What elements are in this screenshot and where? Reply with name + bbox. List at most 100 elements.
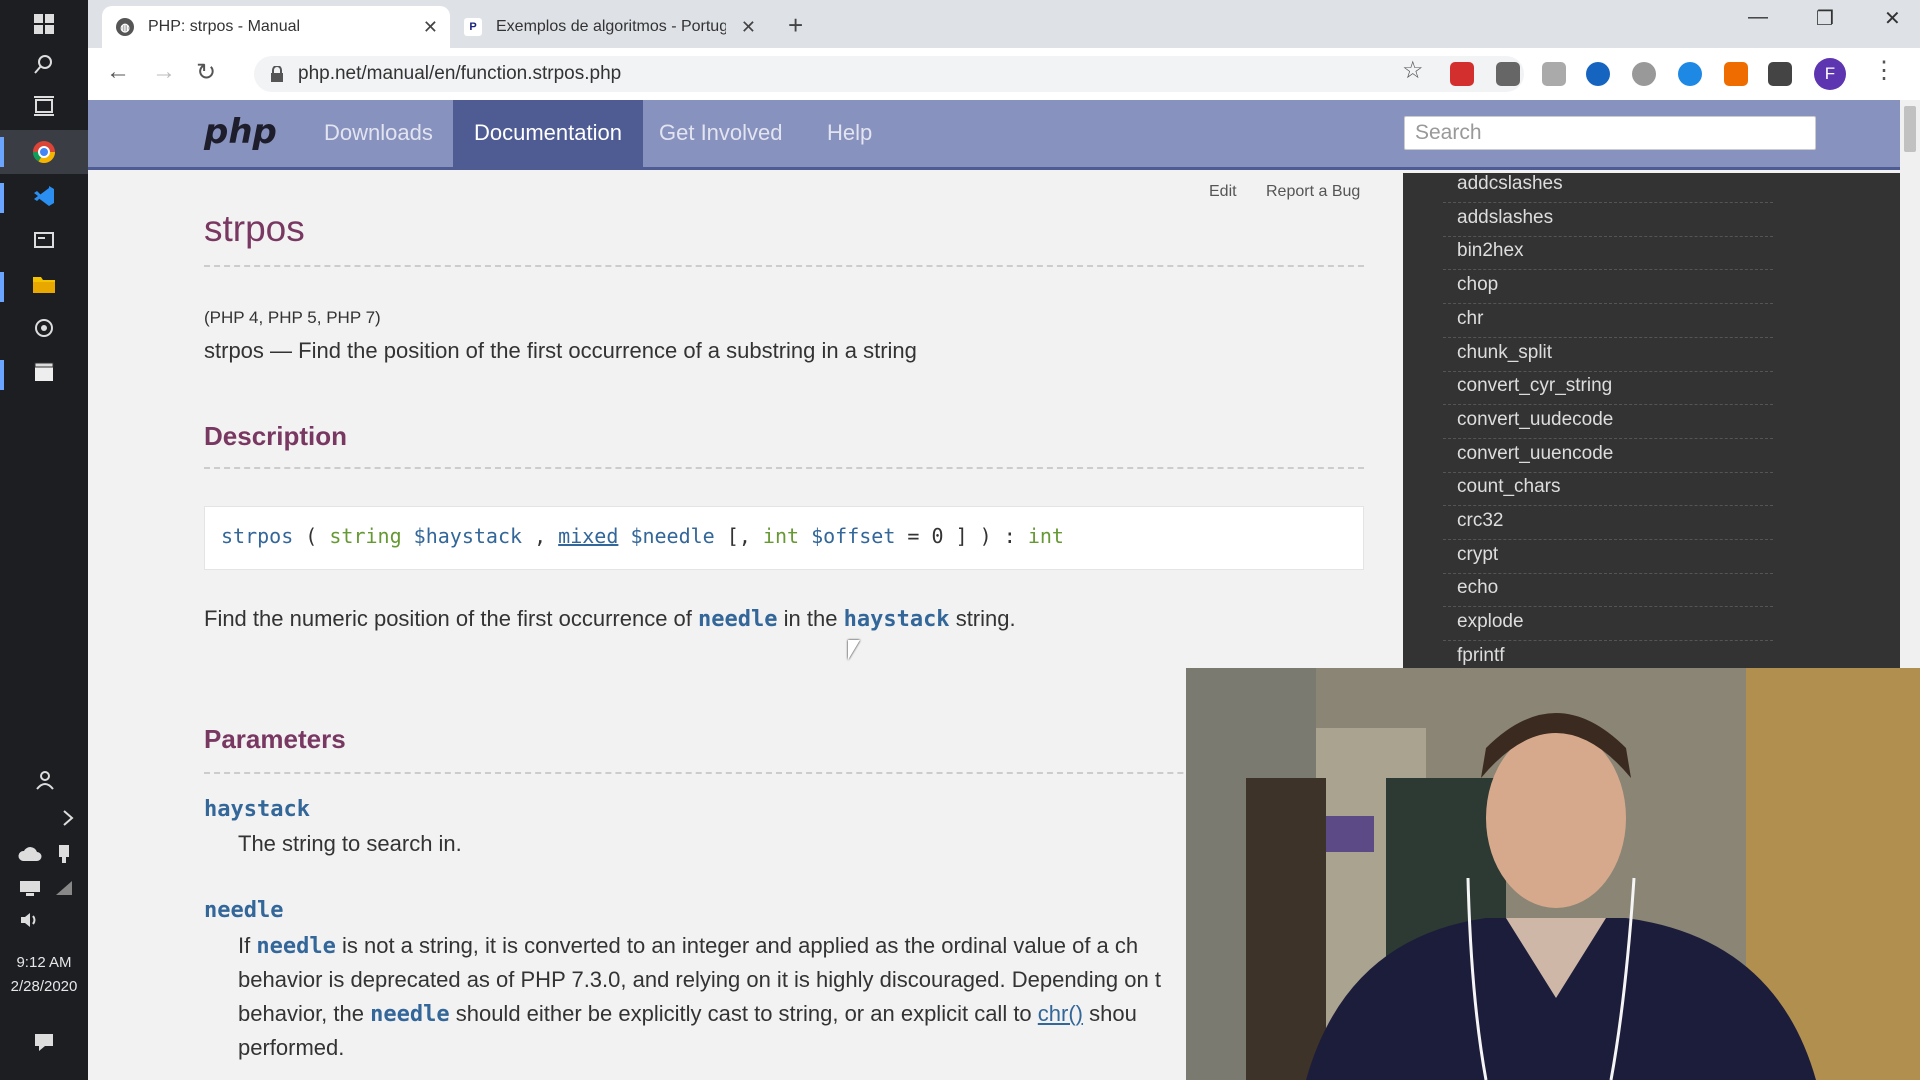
browser-toolbar: ← → ↻ php.net/manual/en/function.strpos.…	[88, 48, 1920, 100]
url-text: php.net/manual/en/function.strpos.php	[298, 63, 622, 84]
clock-date[interactable]: 2/28/2020	[0, 976, 88, 998]
reload-icon[interactable]: ↻	[196, 58, 216, 87]
address-bar[interactable]: php.net/manual/en/function.strpos.php	[254, 56, 1524, 92]
volume-icon[interactable]	[12, 902, 48, 938]
profile-avatar[interactable]: F	[1814, 58, 1846, 90]
param-name-haystack: haystack	[204, 797, 310, 822]
sig-type: int	[762, 524, 800, 548]
scrollbar-thumb[interactable]	[1904, 106, 1916, 152]
extension-eyedropper-icon[interactable]	[1496, 62, 1520, 86]
cloud-icon[interactable]	[12, 836, 48, 872]
text-span: should either be explicitly cast to stri…	[455, 1001, 1032, 1026]
search-input[interactable]: Search	[1404, 116, 1816, 150]
webcam-video-frame	[1186, 668, 1920, 1080]
task-view-icon[interactable]	[26, 88, 62, 124]
sidebar-item[interactable]: chr	[1443, 304, 1773, 338]
back-icon[interactable]: ←	[106, 58, 130, 86]
video-editor-icon[interactable]	[26, 354, 62, 390]
extension-camera-icon[interactable]	[1542, 62, 1566, 86]
webcam-overlay	[1186, 668, 1920, 1080]
sig-type-link[interactable]: mixed	[558, 524, 618, 548]
close-tab-icon[interactable]: ✕	[423, 17, 438, 38]
forward-icon[interactable]: →	[152, 58, 176, 86]
sig-type: string	[329, 524, 402, 548]
report-bug-link[interactable]: Report a Bug	[1266, 183, 1360, 201]
usb-icon[interactable]	[46, 836, 82, 872]
sidebar-item[interactable]: convert_uuencode	[1443, 439, 1773, 473]
sig-default: 0	[931, 524, 944, 548]
vscode-indicator	[0, 183, 4, 213]
nav-documentation[interactable]: Documentation	[453, 100, 643, 170]
edit-link[interactable]: Edit	[1209, 183, 1237, 201]
function-signature: strpos ( string $haystack , mixed $needl…	[204, 506, 1364, 570]
needle-desc-line: performed.	[238, 1035, 345, 1060]
sidebar-item[interactable]: bin2hex	[1443, 236, 1773, 271]
text-span: Find the numeric position of the first o…	[204, 606, 692, 631]
chr-link[interactable]: chr()	[1038, 1001, 1083, 1026]
nav-get-involved[interactable]: Get Involved	[643, 100, 799, 170]
sidebar-item[interactable]: crc32	[1443, 506, 1773, 540]
people-icon[interactable]	[26, 762, 62, 798]
vscode-icon[interactable]	[26, 178, 62, 214]
extension-orange-icon[interactable]	[1724, 62, 1748, 86]
text-span: in the	[783, 606, 838, 631]
terminal-icon[interactable]	[26, 222, 62, 258]
extension-gray-icon[interactable]	[1632, 62, 1656, 86]
nav-downloads[interactable]: Downloads	[308, 100, 449, 170]
close-window-button[interactable]: ✕	[1884, 6, 1901, 31]
menu-icon[interactable]: ⋮	[1872, 56, 1896, 85]
clock-time[interactable]: 9:12 AM	[0, 952, 88, 974]
page-title: strpos	[204, 208, 305, 249]
close-tab-icon[interactable]: ✕	[741, 17, 756, 38]
divider	[204, 265, 1364, 267]
restore-button[interactable]: ❐	[1816, 6, 1834, 31]
sidebar-item[interactable]: convert_uudecode	[1443, 405, 1773, 439]
text-span: If	[238, 933, 251, 958]
sidebar-item[interactable]: convert_cyr_string	[1443, 371, 1773, 406]
param-ref: needle	[698, 607, 778, 632]
sig-var: $needle	[630, 524, 715, 548]
video-editor-indicator	[0, 360, 4, 390]
sidebar-item[interactable]: explode	[1443, 607, 1773, 642]
tab-php-strpos[interactable]: ◍ PHP: strpos - Manual ✕	[102, 6, 450, 48]
active-app-indicator	[0, 137, 4, 167]
sig-return-type: int	[1027, 524, 1064, 548]
sidebar-item[interactable]: chunk_split	[1443, 338, 1773, 372]
nav-help[interactable]: Help	[811, 100, 888, 170]
extension-blue-x-icon[interactable]	[1586, 62, 1610, 86]
network-icon[interactable]	[12, 870, 48, 906]
sidebar-item[interactable]: addcslashes	[1443, 169, 1773, 203]
chevron-icon[interactable]	[50, 800, 86, 836]
sidebar-item[interactable]: addslashes	[1443, 203, 1773, 237]
wifi-icon[interactable]	[46, 870, 82, 906]
mouse-cursor	[848, 640, 860, 660]
extension-shield-icon[interactable]	[1768, 62, 1792, 86]
text-span: shou	[1089, 1001, 1137, 1026]
extension-blue-circle-icon[interactable]	[1678, 62, 1702, 86]
search-icon[interactable]	[26, 46, 62, 82]
tab-algoritmos[interactable]: P Exemplos de algoritmos - Portug ✕	[450, 6, 768, 48]
minimize-button[interactable]: —	[1748, 6, 1768, 29]
notifications-icon[interactable]	[26, 1024, 62, 1060]
settings-icon[interactable]	[26, 310, 62, 346]
sidebar-item[interactable]: echo	[1443, 573, 1773, 608]
globe-icon: ◍	[116, 18, 134, 36]
windows-start-icon[interactable]	[26, 6, 62, 42]
sidebar-item[interactable]: crypt	[1443, 540, 1773, 574]
extension-red-icon[interactable]	[1450, 62, 1474, 86]
text-span: is not a string, it is converted to an i…	[341, 933, 1139, 958]
sidebar-item[interactable]: chop	[1443, 270, 1773, 305]
needle-desc-line: behavior, the needle should either be ex…	[238, 1001, 1137, 1027]
needle-desc-line: If needle is not a string, it is convert…	[238, 933, 1138, 959]
text-span: behavior, the	[238, 1001, 364, 1026]
file-explorer-icon[interactable]	[26, 266, 62, 302]
sig-fn: strpos	[221, 524, 294, 548]
param-desc-haystack: The string to search in.	[238, 831, 462, 856]
chrome-icon[interactable]	[26, 134, 62, 170]
star-icon[interactable]: ☆	[1402, 56, 1424, 85]
lock-icon	[270, 65, 284, 82]
sidebar-item[interactable]: count_chars	[1443, 472, 1773, 507]
php-logo[interactable]: php	[204, 112, 277, 152]
php-navbar: php Downloads Documentation Get Involved…	[88, 100, 1900, 170]
new-tab-button[interactable]: +	[788, 10, 803, 41]
